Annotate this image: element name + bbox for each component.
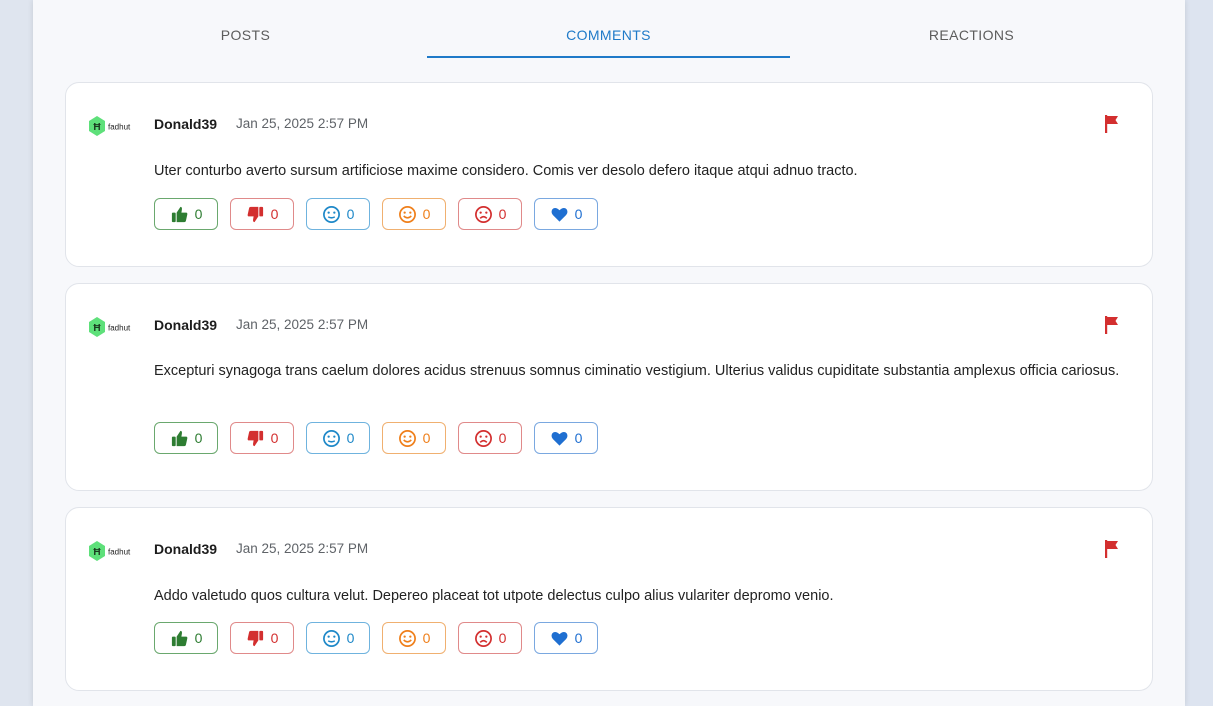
dislike-count: 0 — [270, 630, 279, 646]
comment-card: Ħ fadhut Donald39 Jan 25, 2025 2:57 PM A… — [65, 507, 1153, 691]
neutral-face-icon — [322, 629, 340, 647]
sad-button[interactable]: 0 — [458, 622, 522, 654]
love-count: 0 — [574, 430, 583, 446]
svg-text:Ħ: Ħ — [93, 547, 101, 558]
comment-timestamp: Jan 25, 2025 2:57 PM — [236, 116, 369, 131]
dislike-button[interactable]: 0 — [230, 622, 294, 654]
svg-text:fadhut: fadhut — [108, 324, 131, 333]
like-count: 0 — [194, 430, 203, 446]
comment-card: Ħ fadhut Donald39 Jan 25, 2025 2:57 PM U… — [65, 82, 1153, 267]
heart-icon — [551, 207, 568, 222]
like-count: 0 — [194, 206, 203, 222]
love-count: 0 — [574, 206, 583, 222]
sad-button[interactable]: 0 — [458, 198, 522, 230]
smile-face-icon — [398, 429, 416, 447]
flag-icon[interactable] — [1103, 539, 1121, 559]
comment-author[interactable]: Donald39 — [154, 317, 217, 333]
tab-comments[interactable]: COMMENTS — [427, 0, 790, 58]
neutral-face-icon — [322, 429, 340, 447]
like-button[interactable]: 0 — [154, 198, 218, 230]
comment-text: Uter conturbo averto sursum artificiose … — [154, 163, 858, 179]
like-button[interactable]: 0 — [154, 422, 218, 454]
sad-face-icon — [474, 429, 492, 447]
thumbs-up-icon — [171, 630, 187, 646]
happy-count: 0 — [422, 630, 431, 646]
thumbs-down-icon — [247, 430, 263, 446]
happy-button[interactable]: 0 — [382, 422, 446, 454]
flag-icon[interactable] — [1103, 114, 1121, 134]
love-button[interactable]: 0 — [534, 198, 598, 230]
love-button[interactable]: 0 — [534, 422, 598, 454]
dislike-button[interactable]: 0 — [230, 198, 294, 230]
like-count: 0 — [194, 630, 203, 646]
thumbs-down-icon — [247, 206, 263, 222]
neutral-count: 0 — [346, 630, 355, 646]
fadhut-logo: Ħ fadhut — [89, 317, 131, 337]
thumbs-up-icon — [171, 206, 187, 222]
neutral-face-icon — [322, 205, 340, 223]
happy-button[interactable]: 0 — [382, 198, 446, 230]
svg-text:Ħ: Ħ — [93, 323, 101, 334]
sad-count: 0 — [498, 630, 507, 646]
comment-card: Ħ fadhut Donald39 Jan 25, 2025 2:57 PM E… — [65, 283, 1153, 491]
dislike-count: 0 — [270, 206, 279, 222]
thumbs-up-icon — [171, 430, 187, 446]
fadhut-logo: Ħ fadhut — [89, 541, 131, 561]
dislike-button[interactable]: 0 — [230, 422, 294, 454]
comment-author[interactable]: Donald39 — [154, 541, 217, 557]
tab-posts[interactable]: POSTS — [64, 0, 427, 58]
heart-icon — [551, 431, 568, 446]
tab-reactions[interactable]: REACTIONS — [790, 0, 1153, 58]
sad-count: 0 — [498, 206, 507, 222]
neutral-count: 0 — [346, 430, 355, 446]
neutral-count: 0 — [346, 206, 355, 222]
reaction-bar: 0 0 0 0 0 0 — [154, 422, 598, 454]
heart-icon — [551, 631, 568, 646]
sad-count: 0 — [498, 430, 507, 446]
reaction-bar: 0 0 0 0 0 0 — [154, 198, 598, 230]
fadhut-logo: Ħ fadhut — [89, 116, 131, 136]
reaction-bar: 0 0 0 0 0 0 — [154, 622, 598, 654]
smile-face-icon — [398, 205, 416, 223]
love-count: 0 — [574, 630, 583, 646]
sad-button[interactable]: 0 — [458, 422, 522, 454]
neutral-button[interactable]: 0 — [306, 422, 370, 454]
neutral-button[interactable]: 0 — [306, 198, 370, 230]
smile-face-icon — [398, 629, 416, 647]
neutral-button[interactable]: 0 — [306, 622, 370, 654]
svg-text:fadhut: fadhut — [108, 548, 131, 557]
comment-author[interactable]: Donald39 — [154, 116, 217, 132]
happy-count: 0 — [422, 430, 431, 446]
comment-timestamp: Jan 25, 2025 2:57 PM — [236, 541, 369, 556]
svg-text:fadhut: fadhut — [108, 123, 131, 132]
comment-text: Excepturi synagoga trans caelum dolores … — [154, 363, 1120, 379]
love-button[interactable]: 0 — [534, 622, 598, 654]
svg-text:Ħ: Ħ — [93, 122, 101, 133]
flag-icon[interactable] — [1103, 315, 1121, 335]
thumbs-down-icon — [247, 630, 263, 646]
dislike-count: 0 — [270, 430, 279, 446]
like-button[interactable]: 0 — [154, 622, 218, 654]
happy-count: 0 — [422, 206, 431, 222]
sad-face-icon — [474, 629, 492, 647]
sad-face-icon — [474, 205, 492, 223]
happy-button[interactable]: 0 — [382, 622, 446, 654]
comment-timestamp: Jan 25, 2025 2:57 PM — [236, 317, 369, 332]
comment-text: Addo valetudo quos cultura velut. Depere… — [154, 588, 834, 604]
tab-bar: POSTS COMMENTS REACTIONS — [64, 0, 1153, 58]
